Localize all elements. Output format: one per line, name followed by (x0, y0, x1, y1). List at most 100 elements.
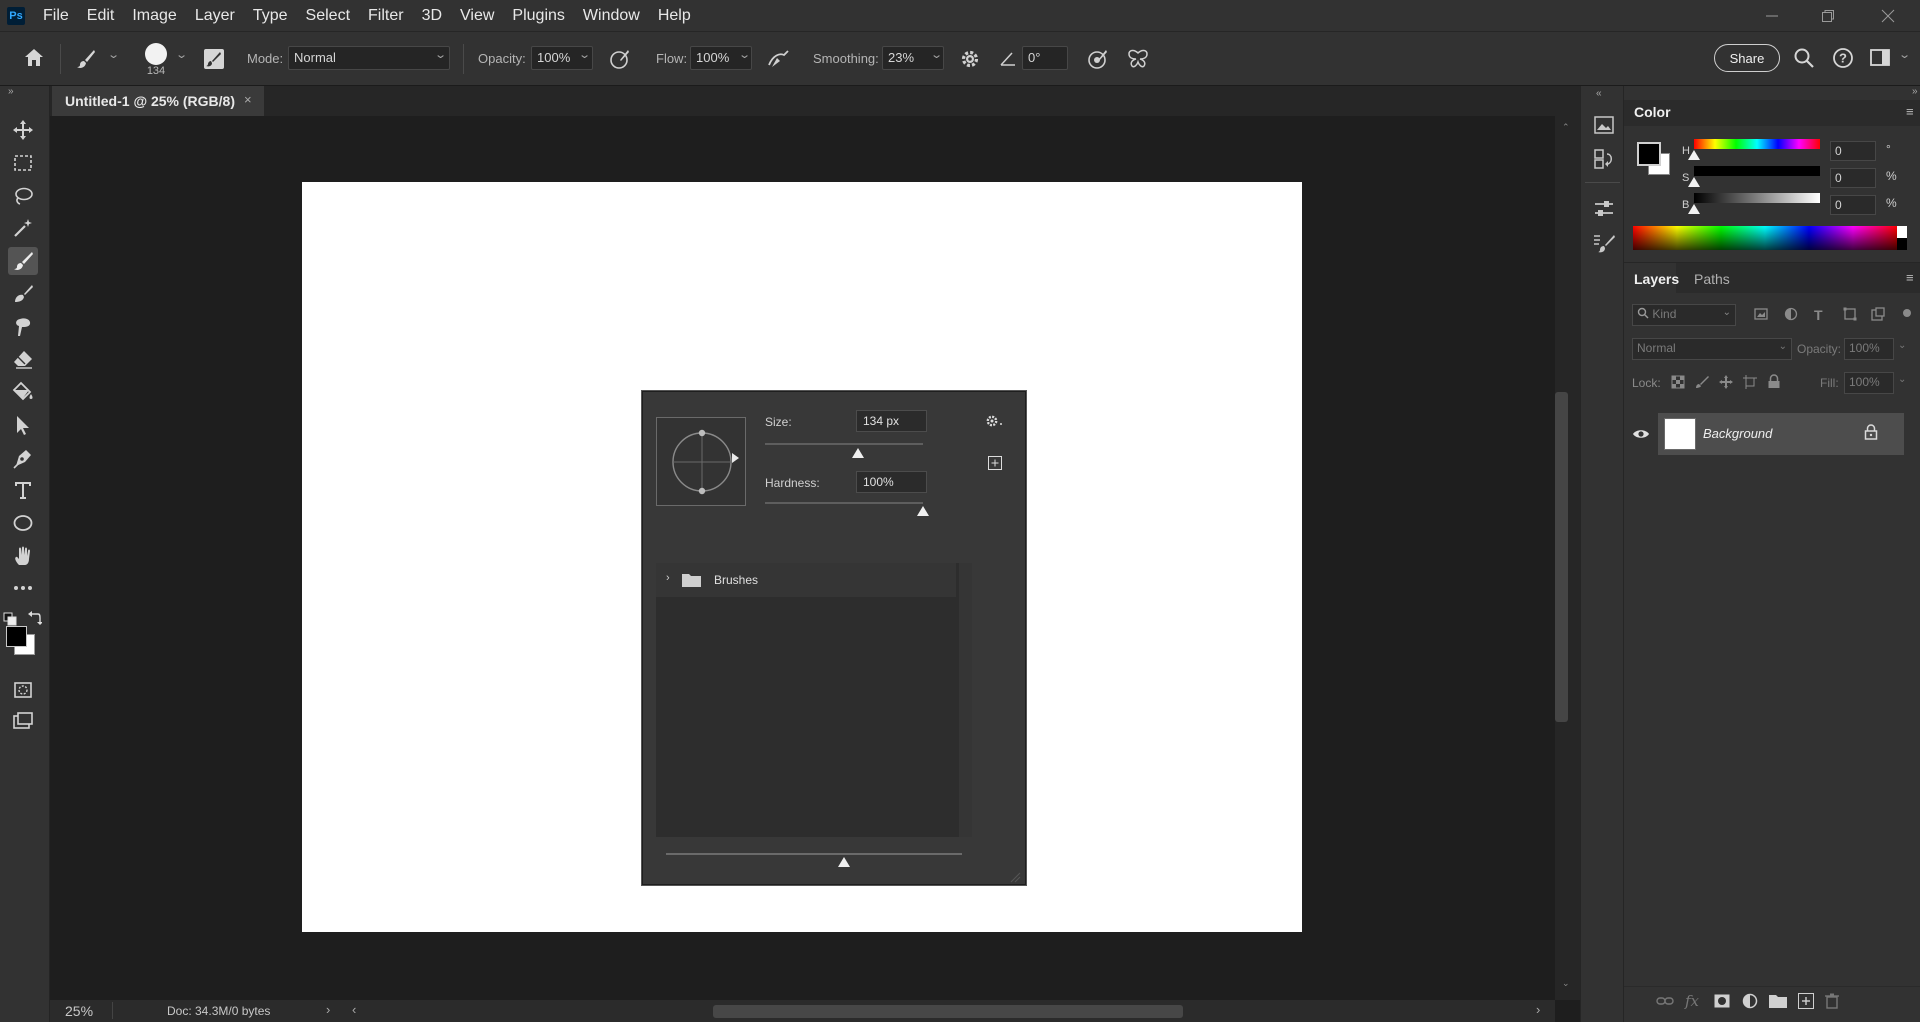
home-icon[interactable] (22, 46, 46, 73)
saturation-slider-thumb[interactable] (1688, 177, 1700, 187)
lock-position-icon[interactable] (1719, 375, 1733, 392)
airbrush-icon[interactable] (766, 47, 792, 74)
opacity-chevron-icon[interactable]: ⌄ (578, 48, 591, 61)
filter-type-icon[interactable]: T (1814, 307, 1823, 323)
size-slider-track[interactable] (765, 443, 923, 445)
collapse-strip-icon[interactable]: « (1596, 88, 1602, 99)
flow-chevron-icon[interactable]: ⌄ (738, 48, 751, 61)
lock-image-pixels-icon[interactable] (1695, 375, 1709, 392)
delete-layer-trash-icon[interactable] (1825, 993, 1839, 1012)
paths-tab[interactable]: Paths (1694, 271, 1730, 287)
color-spectrum-ramp[interactable] (1633, 226, 1897, 250)
type-tool-icon[interactable] (8, 476, 38, 504)
saturation-slider[interactable] (1694, 166, 1820, 176)
preview-size-slider-track[interactable] (666, 853, 962, 855)
ellipse-tool-icon[interactable] (8, 509, 38, 537)
help-icon[interactable]: ? (1832, 47, 1854, 72)
scroll-right-icon[interactable]: › (1536, 1002, 1540, 1017)
menu-window[interactable]: Window (574, 7, 649, 25)
menu-view[interactable]: View (451, 7, 503, 25)
layers-panel-menu-icon[interactable]: ≡ (1906, 270, 1914, 285)
hue-slider[interactable] (1694, 139, 1820, 149)
symmetry-butterfly-icon[interactable] (1126, 47, 1150, 74)
document-tab[interactable]: Untitled-1 @ 25% (RGB/8) × (52, 86, 264, 116)
presets-scrollbar[interactable] (959, 563, 972, 837)
close-tab-icon[interactable]: × (244, 92, 252, 107)
hardness-slider-track[interactable] (765, 502, 923, 504)
brush-preview-play-icon[interactable] (732, 453, 739, 463)
adjustments-panel-icon[interactable] (1593, 198, 1615, 223)
workspace-chevron-icon[interactable]: ⌄ (1898, 48, 1911, 61)
new-layer-icon[interactable] (1798, 993, 1814, 1012)
mode-chevron-icon[interactable]: ⌄ (434, 48, 447, 61)
blend-mode-select[interactable]: Normal ⌄ (1632, 338, 1792, 360)
eraser-tool-icon[interactable] (8, 345, 38, 373)
menu-file[interactable]: File (34, 7, 78, 25)
color-panel-tab[interactable]: Color (1634, 104, 1671, 120)
add-mask-icon[interactable] (1714, 994, 1730, 1011)
horizontal-scrollbar-thumb[interactable] (713, 1005, 1183, 1018)
layer-effects-fx-icon[interactable]: fx (1685, 992, 1699, 1010)
blend-mode-chevron-icon[interactable]: ⌄ (1779, 341, 1787, 352)
restore-icon[interactable] (1800, 0, 1856, 31)
smoothing-gear-icon[interactable] (959, 48, 981, 73)
vertical-scrollbar-thumb[interactable] (1555, 392, 1568, 722)
lock-all-icon[interactable] (1767, 374, 1781, 392)
brightness-slider[interactable] (1694, 193, 1820, 203)
brush-tool-icon[interactable] (8, 247, 38, 275)
filter-pixel-icon[interactable] (1754, 307, 1768, 324)
spectrum-white-swatch[interactable] (1897, 226, 1907, 238)
color-panel-menu-icon[interactable]: ≡ (1906, 104, 1914, 119)
brush-size-preview-icon[interactable] (145, 43, 167, 65)
menu-3d[interactable]: 3D (413, 7, 451, 25)
menu-select[interactable]: Select (297, 7, 359, 25)
scroll-up-icon[interactable]: ⌃ (1562, 122, 1570, 133)
menu-plugins[interactable]: Plugins (503, 7, 573, 25)
fill-field[interactable]: 100% (1844, 372, 1894, 394)
path-selection-tool-icon[interactable] (8, 411, 38, 439)
document-info[interactable]: Doc: 34.3M/0 bytes (167, 1004, 270, 1018)
new-group-folder-icon[interactable] (1769, 994, 1787, 1011)
layer-visibility-eye-icon[interactable] (1632, 427, 1650, 443)
history-brush-tool-icon[interactable] (8, 313, 38, 341)
brush-settings-panel-icon[interactable] (203, 48, 225, 73)
color-panel-foreground-swatch[interactable] (1637, 142, 1661, 166)
mode-select[interactable]: Normal (288, 46, 450, 70)
brush-tool-preset-icon[interactable] (74, 47, 98, 74)
hardness-field[interactable]: 100% (856, 471, 927, 493)
saturation-field[interactable]: 0 (1830, 168, 1876, 188)
brush-picker-gear-icon[interactable] (985, 414, 1005, 431)
menu-help[interactable]: Help (649, 7, 700, 25)
hue-field[interactable]: 0 (1830, 141, 1876, 161)
layer-row-background[interactable]: Background (1658, 413, 1904, 455)
lock-transparent-pixels-icon[interactable] (1671, 375, 1685, 392)
layers-tab[interactable]: Layers (1634, 271, 1679, 287)
filter-smart-object-icon[interactable] (1871, 307, 1885, 324)
brushes-folder-row[interactable]: › Brushes (656, 563, 956, 597)
spectrum-black-swatch[interactable] (1897, 238, 1907, 250)
menu-image[interactable]: Image (123, 7, 185, 25)
lock-artboard-icon[interactable] (1743, 375, 1757, 392)
search-icon[interactable] (1793, 47, 1815, 72)
status-menu-chevron-icon[interactable]: › (326, 1002, 330, 1017)
brightness-field[interactable]: 0 (1830, 195, 1876, 215)
pen-tool-icon[interactable] (8, 444, 38, 472)
angle-field[interactable]: 0° (1022, 46, 1068, 70)
filter-adjustment-icon[interactable] (1784, 307, 1798, 324)
layer-opacity-field[interactable]: 100% (1844, 338, 1894, 360)
new-brush-preset-icon[interactable] (988, 456, 1002, 473)
move-tool-icon[interactable] (8, 116, 38, 144)
lasso-tool-icon[interactable] (8, 182, 38, 210)
folder-expand-chevron-icon[interactable]: › (666, 572, 670, 584)
menu-edit[interactable]: Edit (78, 7, 124, 25)
menu-type[interactable]: Type (244, 7, 297, 25)
filter-kind-select[interactable]: Kind ⌄ (1632, 304, 1736, 326)
edit-toolbar-more-icon[interactable] (8, 574, 38, 602)
scroll-left-icon[interactable]: ‹ (352, 1002, 356, 1017)
minimize-icon[interactable] (1744, 0, 1800, 31)
scroll-down-icon[interactable]: ⌄ (1562, 978, 1570, 989)
filter-shape-icon[interactable] (1843, 307, 1857, 324)
marquee-tool-icon[interactable] (8, 149, 38, 177)
brush-picker-chevron-icon[interactable]: ⌄ (175, 48, 188, 61)
clone-stamp-tool-icon[interactable] (8, 280, 38, 308)
